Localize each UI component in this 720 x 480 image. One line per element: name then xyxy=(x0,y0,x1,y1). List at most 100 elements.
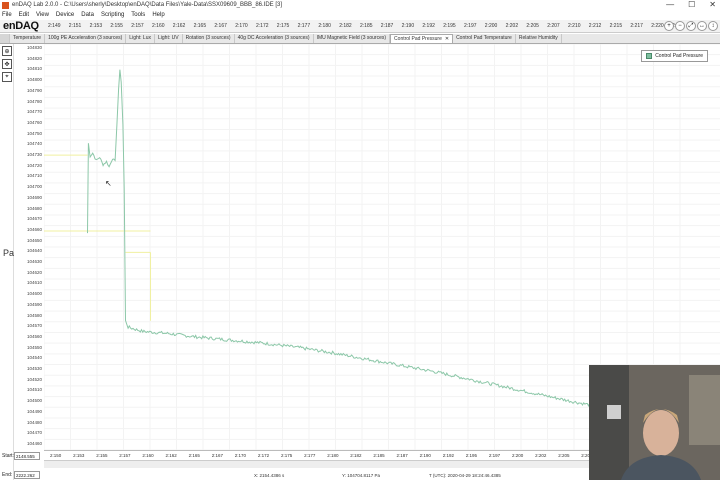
left-tool-strip: ⊕ ✥ ⌖ xyxy=(0,44,14,480)
start-label: Start: xyxy=(2,453,14,459)
y-tick-label: 104500 xyxy=(26,398,42,404)
y-tick-label: 104720 xyxy=(26,162,42,168)
minimize-button[interactable]: — xyxy=(666,0,674,9)
tab-rotation[interactable]: Rotation (3 sources) xyxy=(183,34,235,43)
bottom-tick-label: 2:205 xyxy=(558,453,570,458)
top-tick-label: 2:177 xyxy=(297,23,311,29)
zoom-out-icon[interactable]: − xyxy=(675,21,685,31)
top-tick-label: 2:195 xyxy=(443,23,456,29)
x-readout: X: 2154.4386 s xyxy=(254,473,285,478)
top-tick-label: 2:202 xyxy=(505,23,519,29)
zoom-controls: + − ⤢ ↔ ↕ xyxy=(664,21,718,31)
y-tick-label: 104670 xyxy=(26,216,42,222)
y-tick-label: 104820 xyxy=(26,55,42,61)
horizontal-scrollbar[interactable] xyxy=(44,460,589,468)
y-tick-label: 104470 xyxy=(26,430,42,436)
top-tick-label: 2:155 xyxy=(110,23,123,29)
tab-100g-pe-acceleration[interactable]: 100g PE Acceleration (3 sources) xyxy=(45,34,127,43)
legend-label: Control Pad Pressure xyxy=(655,53,703,59)
menu-help[interactable]: Help xyxy=(152,12,164,18)
y-tick-label: 104700 xyxy=(26,184,42,190)
y-tick-label: 104680 xyxy=(26,205,42,211)
zoom-y-icon[interactable]: ↕ xyxy=(708,21,718,31)
top-tick-label: 2:151 xyxy=(68,23,82,29)
top-tick-label: 2:172 xyxy=(256,23,269,29)
close-button[interactable]: ✕ xyxy=(709,0,716,9)
menu-edit[interactable]: Edit xyxy=(19,12,29,18)
bottom-tick-label: 2:175 xyxy=(281,453,293,458)
menu-view[interactable]: View xyxy=(36,12,49,18)
y-tick-label: 104770 xyxy=(26,109,42,115)
legend[interactable]: Control Pad Pressure xyxy=(641,50,708,62)
y-tick-label: 104630 xyxy=(26,259,42,264)
y-tick-label: 104520 xyxy=(26,376,42,382)
bottom-tick-label: 2:185 xyxy=(373,453,385,458)
tab-control-pad-pressure[interactable]: Control Pad Pressure ✕ xyxy=(390,34,454,43)
start-field[interactable]: 2148.555 xyxy=(14,452,40,460)
menu-device[interactable]: Device xyxy=(56,12,74,18)
y-tick-label: 104540 xyxy=(26,355,42,361)
top-tick-label: 2:170 xyxy=(235,23,248,29)
bottom-tick-label: 2:195 xyxy=(465,453,478,458)
top-tick-label: 2:212 xyxy=(588,23,602,29)
tab-control-pad-temperature[interactable]: Control Pad Temperature xyxy=(453,34,516,43)
pan-tool-icon[interactable]: ✥ xyxy=(2,59,12,69)
tab-temperature[interactable]: Temperature xyxy=(10,34,46,43)
y-tick-label: 104490 xyxy=(26,408,42,414)
menu-scripting[interactable]: Scripting xyxy=(101,12,124,18)
y-unit-label: Pa xyxy=(3,248,15,258)
y-tick-label: 104460 xyxy=(26,440,42,446)
close-tab-icon[interactable]: ✕ xyxy=(445,36,449,42)
window-controls: — ☐ ✕ xyxy=(666,0,716,9)
y-tick-label: 104660 xyxy=(26,226,42,232)
top-tick-label: 2:205 xyxy=(526,23,539,29)
y-tick-label: 104730 xyxy=(26,152,42,157)
toolbar: enDAQ 2:149 2:151 2:153 2:155 2:157 2:160 2:16… xyxy=(0,20,720,33)
select-tool-icon[interactable]: ⌖ xyxy=(2,72,12,82)
menu-bar: File Edit View Device Data Scripting Too… xyxy=(0,10,720,20)
zoom-x-icon[interactable]: ↔ xyxy=(697,21,707,31)
bottom-tick-label: 2:180 xyxy=(327,453,339,458)
y-axis[interactable]: 104830 104820 104810 104800 104790 104780 1047… xyxy=(14,44,44,450)
title-bar: enDAQ Lab 2.0.0 - C:\Users\sherly\Deskto… xyxy=(0,0,720,10)
zoom-in-icon[interactable]: + xyxy=(664,21,674,31)
zoom-fit-icon[interactable]: ⤢ xyxy=(686,21,696,31)
menu-file[interactable]: File xyxy=(2,12,12,18)
top-tick-label: 2:165 xyxy=(193,23,207,29)
menu-data[interactable]: Data xyxy=(81,12,94,18)
top-tick-label: 2:185 xyxy=(360,23,373,29)
tab-scroll-left[interactable] xyxy=(0,34,10,43)
top-tick-label: 2:187 xyxy=(380,23,394,29)
menu-tools[interactable]: Tools xyxy=(131,12,145,18)
y-tick-label: 104480 xyxy=(26,419,42,425)
bottom-tick-label: 2:172 xyxy=(257,453,270,458)
top-tick-label: 2:220 xyxy=(651,23,664,29)
top-tick-label: 2:215 xyxy=(609,23,623,29)
y-tick-label: 104620 xyxy=(26,269,42,275)
tab-bar: Temperature 100g PE Acceleration (3 sour… xyxy=(0,34,720,44)
end-field[interactable]: 2222.262 xyxy=(14,471,40,479)
top-tick-label: 2:190 xyxy=(401,23,415,29)
tab-light-uv[interactable]: Light: UV xyxy=(155,34,183,43)
tab-40g-dc-acceleration[interactable]: 40g DC Acceleration (3 sources) xyxy=(235,34,314,43)
end-label: End: xyxy=(2,472,13,478)
y-tick-label: 104740 xyxy=(26,141,42,147)
tab-light-lux[interactable]: Light: Lux xyxy=(126,34,155,43)
status-bar: X: 2154.4386 s Y: 104704.8117 Pa T (UTC)… xyxy=(44,470,589,480)
bottom-tick-label: 2:177 xyxy=(304,453,316,458)
time-readout: T (UTC): 2020-04-29 18:24:46.4385 xyxy=(429,473,501,478)
zoom-tool-icon[interactable]: ⊕ xyxy=(2,46,12,56)
y-readout: Y: 104704.8117 Pa xyxy=(342,473,380,478)
tab-imu-magnetic-field[interactable]: IMU Magnetic Field (3 sources) xyxy=(314,34,391,43)
tab-relative-humidity[interactable]: Relative Humidity xyxy=(516,34,562,43)
top-tick-label: 2:175 xyxy=(276,23,290,29)
y-tick-label: 104750 xyxy=(26,130,42,136)
top-tick-label: 2:192 xyxy=(422,23,435,29)
bottom-tick-label: 2:170 xyxy=(234,453,247,458)
top-tick-label: 2:180 xyxy=(318,23,331,29)
bottom-tick-label: 2:162 xyxy=(165,453,177,458)
y-tick-label: 104810 xyxy=(26,66,42,72)
top-tick-label: 2:157 xyxy=(131,23,144,29)
maximize-button[interactable]: ☐ xyxy=(688,0,695,9)
top-time-axis[interactable]: 2:149 2:151 2:153 2:155 2:157 2:160 2:162 2:165… xyxy=(48,20,688,33)
